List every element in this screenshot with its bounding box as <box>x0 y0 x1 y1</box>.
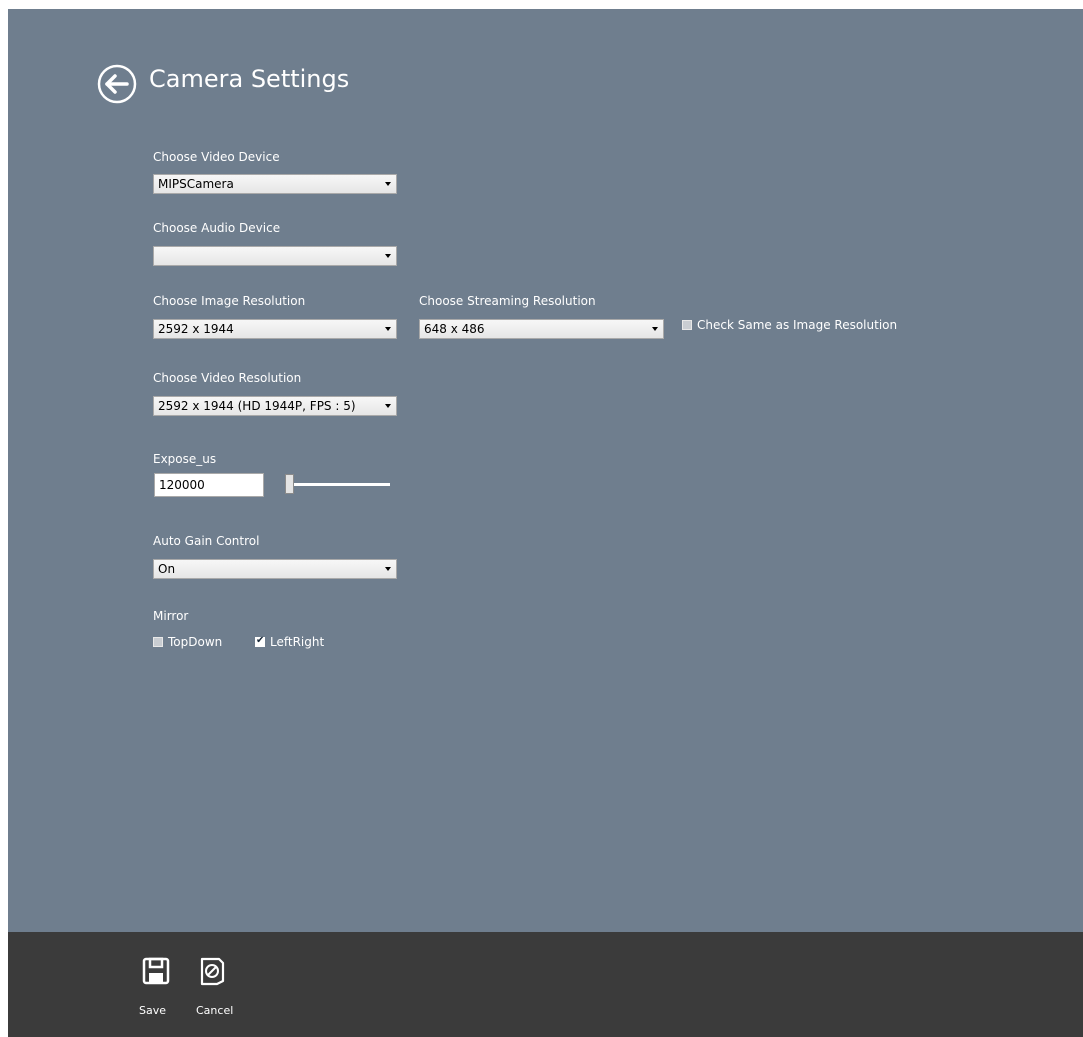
checkmark-icon: ✔ <box>256 635 265 646</box>
video-device-select[interactable]: MIPSCamera <box>153 174 397 194</box>
page-title: Camera Settings <box>149 65 350 93</box>
dropdown-arrow-icon <box>385 182 391 186</box>
content-area: Camera Settings Choose Video Device MIPS… <box>8 9 1083 932</box>
image-resolution-label: Choose Image Resolution <box>153 294 306 308</box>
topdown-label: TopDown <box>168 635 223 649</box>
leftright-checkbox[interactable]: ✔ <box>255 635 265 647</box>
audio-device-select[interactable] <box>153 246 397 266</box>
image-resolution-value: 2592 x 1944 <box>158 322 234 336</box>
image-resolution-select[interactable]: 2592 x 1944 <box>153 319 397 339</box>
video-device-value: MIPSCamera <box>158 177 234 191</box>
video-device-label: Choose Video Device <box>153 150 280 164</box>
floppy-disk-icon <box>142 957 170 985</box>
auto-gain-select[interactable]: On <box>153 559 397 579</box>
dropdown-arrow-icon <box>652 327 658 331</box>
cancel-document-icon <box>200 957 225 986</box>
same-as-image-checkbox[interactable] <box>682 320 692 330</box>
dropdown-arrow-icon <box>385 254 391 258</box>
dropdown-arrow-icon <box>385 404 391 408</box>
same-as-image-label: Check Same as Image Resolution <box>697 318 898 332</box>
auto-gain-value: On <box>158 562 176 576</box>
streaming-resolution-label: Choose Streaming Resolution <box>419 294 596 308</box>
cancel-label: Cancel <box>196 1004 234 1017</box>
video-resolution-value: 2592 x 1944 (HD 1944P, FPS : 5) <box>158 399 356 413</box>
arrow-left-circle-icon <box>97 64 137 104</box>
cancel-button[interactable]: Cancel <box>189 956 233 1022</box>
exposure-input[interactable]: 120000 <box>154 473 264 497</box>
streaming-resolution-value: 648 x 486 <box>424 322 485 336</box>
dropdown-arrow-icon <box>385 567 391 571</box>
video-resolution-label: Choose Video Resolution <box>153 371 302 385</box>
exposure-slider-track[interactable] <box>290 483 390 486</box>
camera-settings-app: Camera Settings Choose Video Device MIPS… <box>8 9 1083 1037</box>
streaming-resolution-select[interactable]: 648 x 486 <box>419 319 664 339</box>
leftright-label: LeftRight <box>270 635 325 649</box>
dropdown-arrow-icon <box>385 327 391 331</box>
audio-device-label: Choose Audio Device <box>153 221 281 235</box>
save-button[interactable]: Save <box>137 956 177 1022</box>
exposure-slider-thumb[interactable] <box>285 474 294 494</box>
video-resolution-select[interactable]: 2592 x 1944 (HD 1944P, FPS : 5) <box>153 396 397 416</box>
back-button[interactable] <box>96 63 138 105</box>
save-label: Save <box>139 1004 167 1017</box>
mirror-label: Mirror <box>153 609 189 623</box>
exposure-label: Expose_us <box>153 452 217 466</box>
auto-gain-label: Auto Gain Control <box>153 534 260 548</box>
topdown-checkbox[interactable] <box>153 637 163 647</box>
